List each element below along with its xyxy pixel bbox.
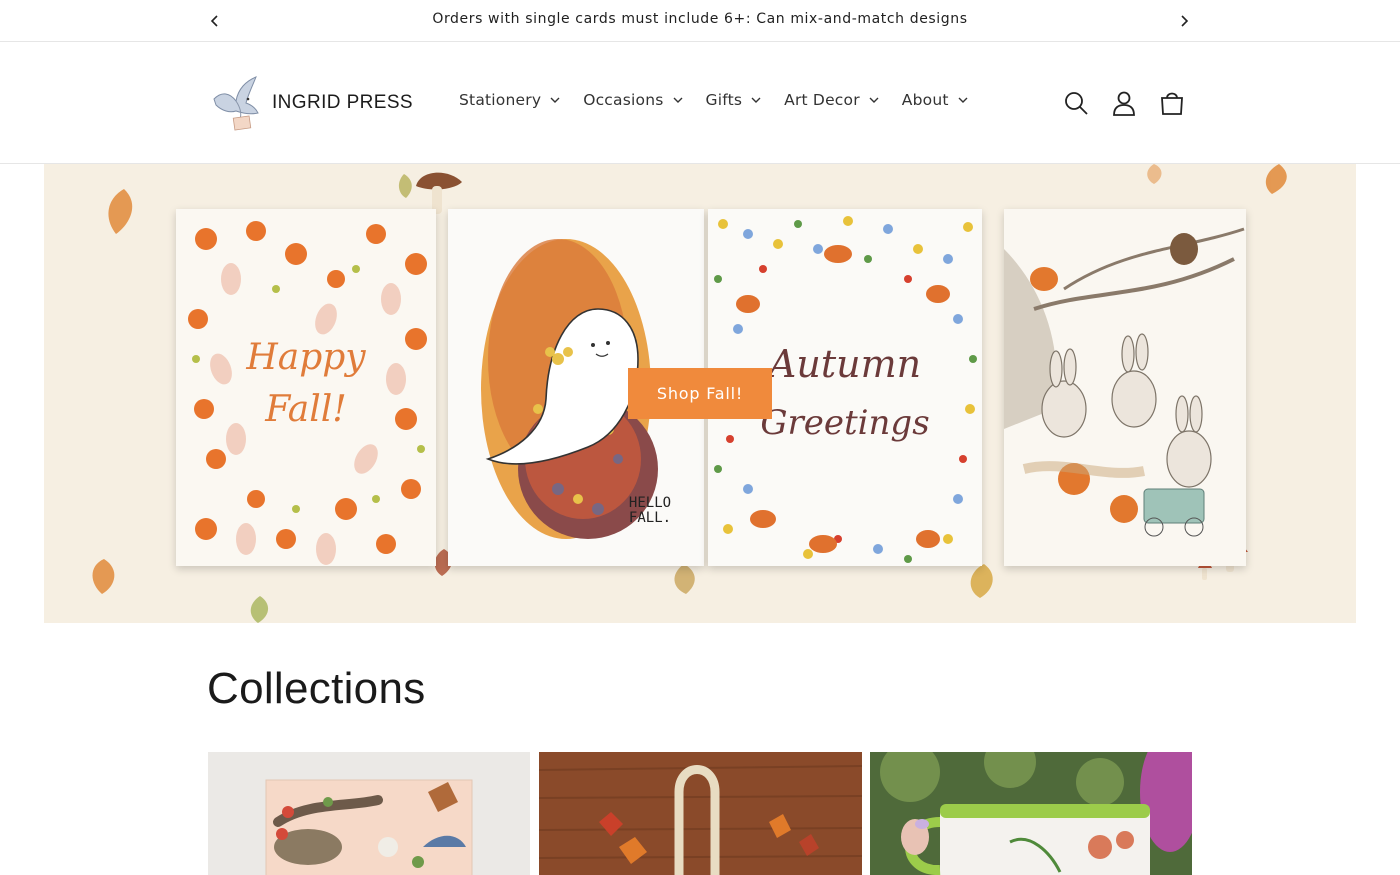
bird-logo-icon — [213, 76, 259, 131]
search-icon[interactable] — [1062, 89, 1090, 117]
chevron-right-icon[interactable] — [1173, 10, 1195, 32]
collections-heading: Collections — [207, 664, 426, 713]
collection-card-tote[interactable] — [539, 752, 862, 875]
main-nav: Stationery Occasions Gifts Art Decor Abo… — [459, 91, 991, 109]
hero-card-woodland-bunnies — [1004, 209, 1246, 566]
collection-card-botanical[interactable] — [208, 752, 530, 875]
nav-item-label: About — [901, 91, 949, 109]
account-icon[interactable] — [1110, 89, 1138, 117]
collection-image — [539, 752, 862, 875]
nav-item-about[interactable]: About — [902, 91, 969, 109]
collection-image — [208, 752, 530, 875]
nav-item-label: Stationery — [459, 91, 542, 109]
nav-item-gifts[interactable]: Gifts — [706, 91, 763, 109]
nav-item-occasions[interactable]: Occasions — [583, 91, 683, 109]
card-lettering: Greetings — [760, 403, 929, 443]
announcement-bar: Orders with single cards must include 6+… — [0, 0, 1400, 42]
hero-card-happy-fall: Happy Fall! — [176, 209, 436, 566]
chevron-down-icon — [751, 97, 761, 103]
happy-fall-card-art: Happy Fall! — [176, 209, 436, 566]
collection-card-mug[interactable] — [870, 752, 1192, 875]
nav-item-label: Occasions — [583, 91, 664, 109]
woodland-bunnies-card-art — [1004, 209, 1246, 566]
shop-fall-button[interactable]: Shop Fall! — [628, 368, 772, 419]
brand-logo[interactable]: INGRID PRESS — [208, 73, 413, 133]
card-lettering: Fall! — [264, 389, 347, 430]
hero-banner: Happy Fall! HELLO FALL. Autumn Greetings… — [44, 164, 1356, 623]
header-actions — [1062, 89, 1206, 117]
chevron-down-icon — [673, 97, 682, 103]
chevron-down-icon — [550, 97, 560, 103]
card-lettering: HELLO — [629, 495, 671, 511]
nav-item-stationery[interactable]: Stationery — [459, 91, 561, 109]
nav-item-label: Art Decor — [784, 91, 860, 109]
card-lettering: Autumn — [766, 342, 921, 386]
chevron-down-icon — [958, 97, 968, 103]
brand-name: INGRID PRESS — [272, 92, 413, 113]
cart-icon[interactable] — [1158, 89, 1186, 117]
nav-item-label: Gifts — [705, 91, 743, 109]
card-lettering: FALL. — [629, 510, 671, 526]
collection-image — [870, 752, 1192, 875]
site-header: INGRID PRESS Stationery Occasions Gifts … — [0, 43, 1400, 164]
card-lettering: Happy — [245, 337, 366, 378]
chevron-down-icon — [869, 97, 879, 103]
nav-item-art-decor[interactable]: Art Decor — [784, 91, 880, 109]
